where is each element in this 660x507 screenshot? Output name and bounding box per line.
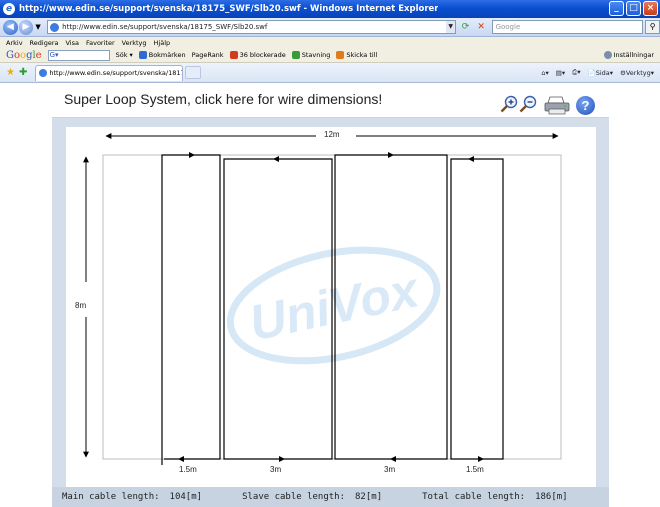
search-icon[interactable]: ⚲ — [645, 20, 660, 34]
main-cable-value: 104[m] — [169, 492, 203, 502]
tab-active[interactable]: http://www.edin.se/support/svenska/18175… — [35, 64, 184, 81]
pagerank-button[interactable]: PageRank — [192, 51, 224, 59]
google-toolbar: Google G▾ Sök ▾ Bokmärken PageRank 36 blo… — [0, 48, 660, 63]
loop-1 — [161, 154, 221, 465]
loop-2-arrow-bottom — [279, 456, 285, 462]
page-menu[interactable]: 📄Sida▾ — [588, 69, 613, 77]
bookmarks-button[interactable]: Bokmärken — [138, 51, 186, 59]
flash-app: Super Loop System, click here for wire d… — [52, 85, 609, 507]
popup-blocker-button[interactable]: 36 blockerade — [229, 51, 286, 59]
loop-3-arrow-bottom — [390, 456, 396, 462]
close-button[interactable]: × — [643, 1, 658, 16]
google-search-input[interactable]: G▾ — [47, 49, 110, 61]
main-cable-label: Main cable length: — [62, 492, 160, 502]
menu-item-favoriter[interactable]: Favoriter — [86, 39, 115, 47]
url-input[interactable]: http://www.edin.se/support/svenska/18175… — [47, 20, 457, 34]
total-cable-value: 186[m] — [535, 492, 568, 502]
print-icon[interactable]: ⎙▾ — [572, 68, 580, 77]
menu-item-verktyg[interactable]: Verktyg — [122, 39, 147, 47]
slave-cable-label: Slave cable length: — [242, 492, 346, 502]
block-icon — [229, 51, 238, 59]
tab-label: http://www.edin.se/support/svenska/18175… — [49, 69, 182, 77]
zoom-out-icon[interactable] — [519, 95, 537, 113]
loop-2-arrow-top — [273, 156, 279, 162]
column-label-2: 3m — [267, 465, 285, 474]
ie-logo-icon: e — [3, 3, 15, 15]
loop-1-arrow-top — [189, 152, 195, 158]
window-title: http://www.edin.se/support/svenska/18175… — [19, 4, 439, 14]
univox-watermark: UniVox — [226, 246, 441, 365]
back-button[interactable]: ◀ — [3, 19, 18, 35]
flash-header: Super Loop System, click here for wire d… — [52, 85, 609, 118]
feeds-icon[interactable]: ▤▾ — [556, 69, 565, 77]
loop-diagram-svg: UniVox — [83, 133, 562, 465]
search-input[interactable]: Google — [491, 20, 644, 34]
page-icon — [50, 22, 60, 32]
menu-item-arkiv[interactable]: Arkiv — [6, 39, 23, 47]
add-favorite-icon[interactable]: ✚ — [19, 67, 27, 78]
window-titlebar: e http://www.edin.se/support/svenska/181… — [0, 0, 660, 18]
loop-4 — [450, 158, 504, 460]
check-icon — [291, 51, 300, 59]
page-viewport: Super Loop System, click here for wire d… — [0, 83, 660, 507]
history-dropdown-icon[interactable]: ▼ — [35, 23, 43, 31]
width-label: 12m — [321, 130, 343, 139]
tabs-bar: ★ ✚ http://www.edin.se/support/svenska/1… — [0, 63, 660, 83]
total-cable-label: Total cable length: — [422, 492, 526, 502]
google-search-button[interactable]: Sök ▾ — [116, 51, 133, 59]
url-dropdown-icon[interactable]: ▼ — [446, 21, 456, 33]
send-to-button[interactable]: Skicka till — [336, 51, 377, 59]
minimize-button[interactable]: _ — [609, 1, 624, 16]
loop-3-arrow-top — [388, 152, 394, 158]
printer-icon[interactable] — [544, 95, 570, 115]
send-icon — [336, 51, 345, 59]
maximize-button[interactable]: □ — [626, 1, 641, 16]
refresh-icon[interactable]: ⟳ — [459, 21, 472, 34]
loop-1-arrow-bottom — [178, 456, 184, 462]
menu-item-hjalp[interactable]: Hjälp — [154, 39, 171, 47]
favorites-star-icon[interactable]: ★ — [6, 67, 15, 78]
settings-button[interactable]: Inställningar — [603, 51, 654, 59]
address-bar: ◀ ▶ ▼ http://www.edin.se/support/svenska… — [0, 18, 660, 37]
loop-4-arrow-top — [468, 156, 474, 162]
column-label-4: 1.5m — [463, 465, 487, 474]
wire-dimensions-link[interactable]: Super Loop System, click here for wire d… — [64, 91, 382, 107]
spelling-button[interactable]: Stavning — [291, 51, 330, 59]
loop-diagram: UniVox 12m 8m 1.5m 3m 3m 1.5m — [66, 127, 596, 487]
zoom-in-icon[interactable] — [500, 95, 518, 113]
menu-item-visa[interactable]: Visa — [65, 39, 78, 47]
cable-length-footer: Main cable length: 104[m] Slave cable le… — [52, 487, 609, 507]
gear-icon — [603, 51, 612, 59]
forward-button[interactable]: ▶ — [18, 19, 34, 35]
column-label-3: 3m — [381, 465, 399, 474]
menu-bar: Arkiv Redigera Visa Favoriter Verktyg Hj… — [0, 37, 660, 48]
slave-cable-value: 82[m] — [355, 492, 383, 502]
menu-item-redigera[interactable]: Redigera — [30, 39, 59, 47]
loop-4-arrow-bottom — [478, 456, 484, 462]
google-logo: Google — [6, 49, 42, 61]
url-text: http://www.edin.se/support/svenska/18175… — [62, 23, 268, 31]
height-label: 8m — [75, 301, 87, 310]
tools-menu[interactable]: ⚙Verktyg▾ — [620, 69, 654, 77]
tab-page-icon — [39, 69, 48, 77]
column-label-1: 1.5m — [176, 465, 200, 474]
help-icon[interactable]: ? — [576, 96, 595, 115]
new-tab-button[interactable] — [185, 66, 202, 79]
stop-icon[interactable]: ✕ — [475, 21, 488, 34]
home-icon[interactable]: ⌂▾ — [541, 69, 548, 77]
star-icon — [138, 51, 147, 59]
